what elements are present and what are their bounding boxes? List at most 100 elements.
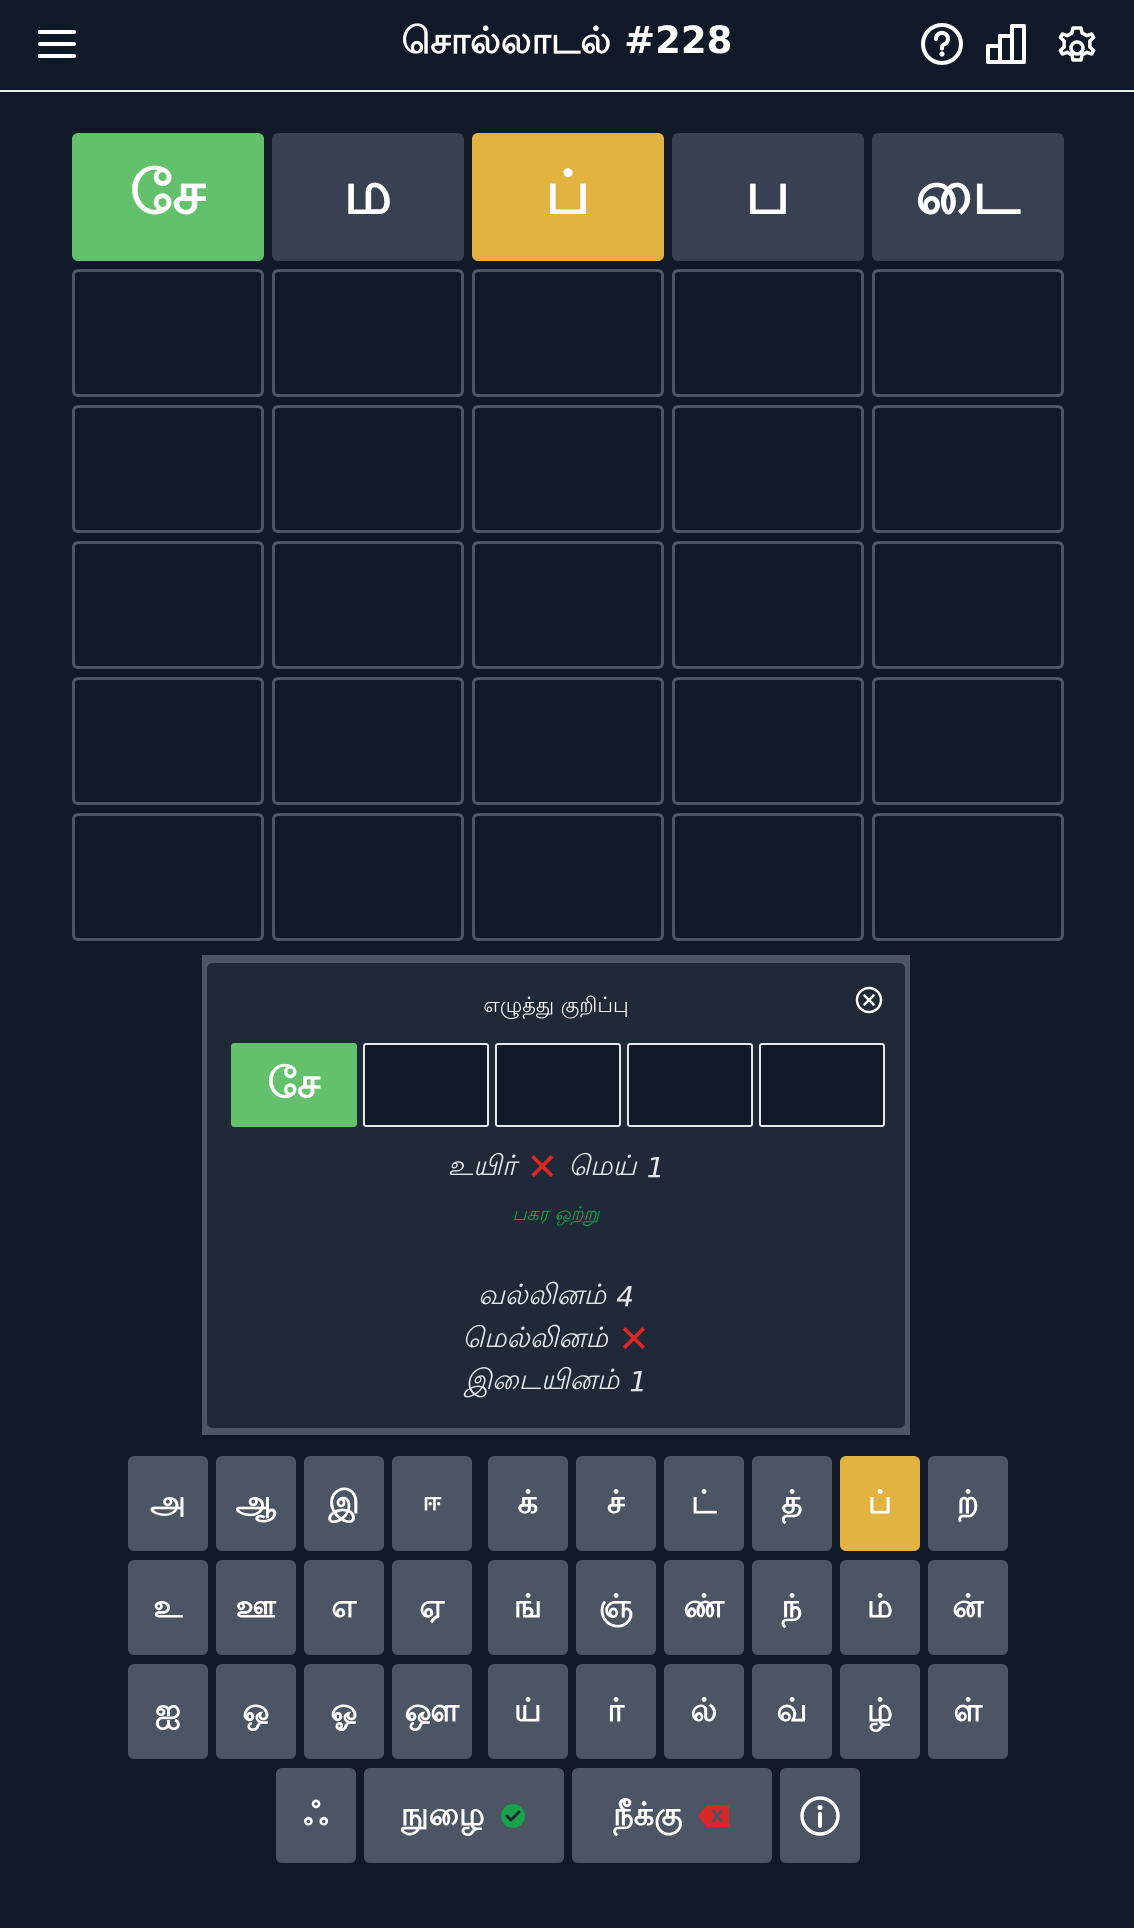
idaiyinam-line: இடையினம் 1 xyxy=(207,1363,905,1400)
idaiyinam-label: இடையினம் xyxy=(464,1363,620,1396)
board-tile xyxy=(72,269,264,397)
enter-button[interactable]: நுழை xyxy=(364,1768,564,1863)
board-tile xyxy=(272,541,464,669)
key[interactable]: த் xyxy=(752,1456,832,1551)
board-tile xyxy=(872,269,1064,397)
key[interactable]: ற் xyxy=(928,1456,1008,1551)
delete-label: நீக்கு xyxy=(613,1794,683,1833)
key[interactable]: ல் xyxy=(664,1664,744,1759)
key[interactable]: வ் xyxy=(752,1664,832,1759)
key[interactable]: ன் xyxy=(928,1560,1008,1655)
hint-tile xyxy=(627,1043,753,1127)
key[interactable]: ஒ xyxy=(216,1664,296,1759)
board-tile xyxy=(72,405,264,533)
hint-tile xyxy=(759,1043,885,1127)
hint-tile: சே xyxy=(231,1043,357,1127)
board-tile xyxy=(272,405,464,533)
board-tile: சே xyxy=(72,133,264,261)
hint-tile xyxy=(363,1043,489,1127)
vallinam-count: 4 xyxy=(616,1280,635,1313)
key[interactable]: அ xyxy=(128,1456,208,1551)
key[interactable]: ம் xyxy=(840,1560,920,1655)
check-icon xyxy=(500,1803,525,1828)
board-tile xyxy=(672,541,864,669)
enter-label: நுழை xyxy=(401,1794,485,1833)
key[interactable]: ஐ xyxy=(128,1664,208,1759)
key[interactable]: ஔ xyxy=(392,1664,472,1759)
board-tile xyxy=(472,677,664,805)
board-tile xyxy=(872,813,1064,941)
help-icon[interactable] xyxy=(918,20,966,68)
board-tile xyxy=(672,677,864,805)
board-row xyxy=(72,405,1064,533)
settings-icon[interactable] xyxy=(1053,20,1101,68)
board-tile xyxy=(872,677,1064,805)
board-row xyxy=(72,677,1064,805)
hint-title: எழுத்து குறிப்பு xyxy=(483,993,629,1017)
key[interactable]: ந் xyxy=(752,1560,832,1655)
board-row: சே ம ப் ப டை xyxy=(72,133,1064,261)
board-tile xyxy=(72,541,264,669)
board-tile xyxy=(472,269,664,397)
mei-count: 1 xyxy=(646,1150,665,1184)
key[interactable]: ஈ xyxy=(392,1456,472,1551)
key[interactable]: க் xyxy=(488,1456,568,1551)
aytham-label: ஃ xyxy=(303,1794,329,1833)
hint-tiles: சே xyxy=(231,1043,885,1127)
board-tile xyxy=(872,541,1064,669)
key[interactable]: ர் xyxy=(576,1664,656,1759)
hint-overlay: எழுத்து குறிப்பு சே உயிர் ✕ மெய் 1 பகர ஒ… xyxy=(202,955,910,1435)
cross-icon: ✕ xyxy=(617,1317,650,1361)
stats-icon[interactable] xyxy=(982,20,1030,68)
vallinam-label: வல்லினம் xyxy=(477,1278,607,1311)
key[interactable]: உ xyxy=(128,1560,208,1655)
key[interactable]: ழ் xyxy=(840,1664,920,1759)
key[interactable]: ஊ xyxy=(216,1560,296,1655)
board-tile: டை xyxy=(872,133,1064,261)
hint-panel: எழுத்து குறிப்பு சே உயிர் ✕ மெய் 1 பகர ஒ… xyxy=(207,963,905,1428)
hint-note: பகர ஒற்று xyxy=(512,1203,600,1225)
key[interactable]: ப் xyxy=(840,1456,920,1551)
board-row xyxy=(72,813,1064,941)
board-row xyxy=(72,541,1064,669)
key[interactable]: ஓ xyxy=(304,1664,384,1759)
key[interactable]: ய் xyxy=(488,1664,568,1759)
top-bar: சொல்லாடல் #228 xyxy=(0,0,1134,92)
key[interactable]: ஆ xyxy=(216,1456,296,1551)
board-tile xyxy=(872,405,1064,533)
delete-button[interactable]: நீக்கு xyxy=(572,1768,772,1863)
key[interactable]: ள் xyxy=(928,1664,1008,1759)
board-tile xyxy=(672,813,864,941)
key[interactable]: ங் xyxy=(488,1560,568,1655)
key[interactable]: எ xyxy=(304,1560,384,1655)
aytham-key[interactable]: ஃ xyxy=(276,1768,356,1863)
board-tile: ப xyxy=(672,133,864,261)
info-button[interactable] xyxy=(780,1768,860,1863)
uyir-label: உயிர் xyxy=(447,1148,517,1182)
info-icon xyxy=(800,1795,840,1836)
board-tile xyxy=(472,541,664,669)
board-row xyxy=(72,269,1064,397)
hint-tile xyxy=(495,1043,621,1127)
close-icon[interactable] xyxy=(854,985,884,1015)
uyir-mei-line: உயிர் ✕ மெய் 1 xyxy=(207,1148,905,1186)
board-tile: ம xyxy=(272,133,464,261)
backspace-icon xyxy=(697,1804,729,1827)
mellinam-line: மெல்லினம் ✕ xyxy=(207,1320,905,1358)
key[interactable]: ஏ xyxy=(392,1560,472,1655)
mellinam-label: மெல்லினம் xyxy=(462,1320,608,1354)
board-tile xyxy=(72,677,264,805)
board-tile xyxy=(672,269,864,397)
key[interactable]: ட் xyxy=(664,1456,744,1551)
key[interactable]: ண் xyxy=(664,1560,744,1655)
board-tile xyxy=(272,677,464,805)
board-tile xyxy=(472,405,664,533)
key[interactable]: ஞ் xyxy=(576,1560,656,1655)
board-tile xyxy=(272,813,464,941)
board-tile xyxy=(272,269,464,397)
key[interactable]: இ xyxy=(304,1456,384,1551)
board-tile: ப் xyxy=(472,133,664,261)
game-board: சே ம ப் ப டை xyxy=(72,133,1064,949)
board-tile xyxy=(672,405,864,533)
key[interactable]: ச் xyxy=(576,1456,656,1551)
